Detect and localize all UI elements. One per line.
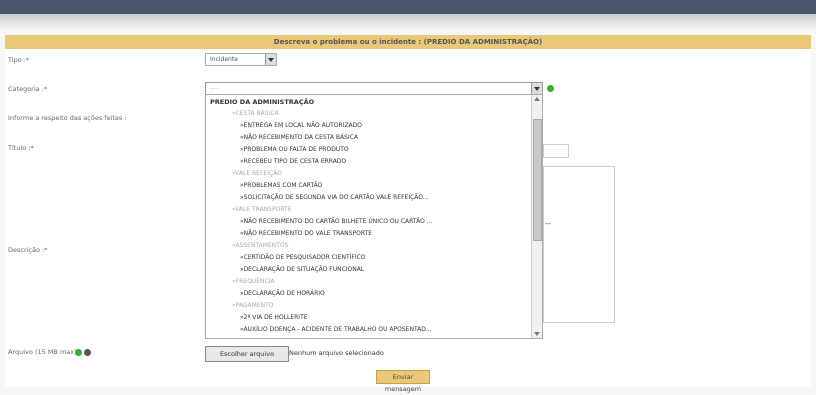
dropdown-option[interactable]: »DECLARAÇÃO DE HORÁRIO: [240, 290, 325, 297]
descricao-textarea[interactable]: [543, 166, 615, 323]
tipo-label: Tipo :*: [8, 56, 30, 64]
separator-dashes: --: [545, 219, 551, 228]
scroll-down-icon[interactable]: [534, 332, 540, 336]
dropdown-top-label: PREDIO DA ADMINISTRAÇÃO: [210, 98, 315, 106]
green-dot-icon: [547, 85, 554, 92]
choose-file-button[interactable]: Escolher arquivo: [205, 346, 289, 362]
dropdown-group-label: »PAGAMENTO: [232, 302, 274, 309]
categoria-select-value: ----: [210, 85, 219, 92]
dropdown-option[interactable]: »SOLICITAÇÃO DE SEGUNDA VIA DO CARTÃO VA…: [240, 194, 428, 201]
dropdown-option[interactable]: »2ª VIA DE HOLLERITE: [240, 314, 308, 321]
form-header: Descreva o problema ou o incidente : (PR…: [5, 35, 811, 49]
dropdown-option[interactable]: »CERTIDÃO DE PESQUISADOR CIENTÍFICO: [240, 254, 366, 261]
dropdown-group-label: »VALE TRANSPORTE: [232, 206, 292, 213]
dropdown-group-label: »VALE REFEIÇÃO: [232, 170, 282, 177]
send-message-button[interactable]: Enviar mensagem: [376, 370, 430, 393]
dropdown-option[interactable]: »PROBLEMAS COM CARTÃO: [240, 182, 322, 189]
dropdown-group-label: »ASSENTAMENTOS: [232, 242, 289, 249]
chevron-down-icon[interactable]: [531, 83, 542, 94]
incident-form: Descreva o problema ou o incidente : (PR…: [5, 35, 811, 393]
arquivo-label: Arquivo (15 MB max): [8, 348, 77, 356]
dark-dot-icon: [84, 349, 91, 356]
dropdown-group-label: »FREQUÊNCIA: [232, 278, 275, 285]
categoria-label: Categoria :*: [8, 85, 48, 93]
titulo-input[interactable]: [543, 144, 569, 158]
tipo-select-value: Incidente: [210, 56, 238, 63]
green-dot-icon: [75, 349, 82, 356]
dropdown-option[interactable]: »NÃO RECEBIMENTO DA CESTA BÁSICA: [240, 134, 358, 141]
top-bar-fade: [0, 14, 816, 30]
dropdown-option[interactable]: »PROBLEMA OU FALTA DE PRODUTO: [240, 146, 349, 153]
informe-label: Informe a respeito das ações feitas :: [8, 114, 127, 122]
top-bar: [0, 0, 816, 14]
dropdown-option[interactable]: »ENTREGA EM LOCAL NÃO AUTORIZADO: [240, 122, 362, 129]
dropdown-option[interactable]: »DECLARAÇÃO DE SITUAÇÃO FUNCIONAL: [240, 266, 364, 273]
dropdown-option[interactable]: »NÃO RECEBIMENTO DO CARTÃO BILHETE ÚNICO…: [240, 218, 432, 225]
titulo-label: Título :*: [8, 144, 34, 152]
categoria-dropdown[interactable]: PREDIO DA ADMINISTRAÇÃO »CESTA BÁSICA »ENT…: [205, 94, 543, 339]
dropdown-option[interactable]: »AUXÍLIO DOENÇA - ACIDENTE DE TRABALHO O…: [240, 326, 432, 333]
dropdown-group-label: »CESTA BÁSICA: [232, 110, 279, 117]
dropdown-option[interactable]: »RECEBEU TIPO DE CESTA ERRADO: [240, 158, 346, 165]
dropdown-option[interactable]: »NÃO RECEBIMENTO DO VALE TRANSPORTE: [240, 230, 372, 237]
file-status-text: Nenhum arquivo selecionado: [289, 349, 384, 357]
scrollbar-thumb[interactable]: [533, 119, 542, 241]
dropdown-scrollbar[interactable]: [531, 95, 542, 338]
chevron-down-icon[interactable]: [265, 54, 276, 65]
descricao-label: Descrição :*: [8, 246, 48, 254]
tipo-select[interactable]: Incidente: [205, 53, 277, 66]
scroll-up-icon[interactable]: [534, 97, 540, 101]
